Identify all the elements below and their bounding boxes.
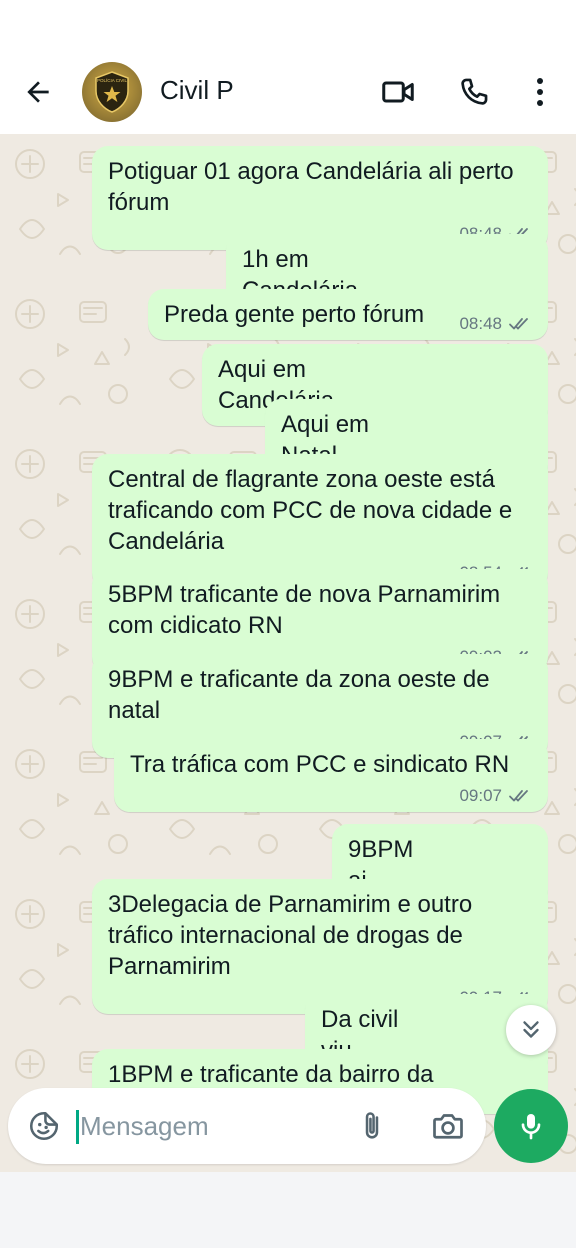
message-text: 3Delegacia de Parnamirim e outro tráfico… bbox=[108, 891, 479, 980]
video-call-button[interactable] bbox=[378, 72, 418, 112]
message-meta: 08:48 bbox=[459, 314, 534, 334]
double-check-icon bbox=[509, 790, 528, 802]
system-navigation-area bbox=[0, 1172, 576, 1248]
status-bar bbox=[0, 0, 576, 50]
avatar-label: POLÍCIA CIVIL bbox=[97, 77, 128, 83]
voice-message-button[interactable] bbox=[494, 1089, 568, 1163]
more-vert-icon bbox=[537, 78, 543, 106]
message-text: 5BPM traficante de nova Parnamirim com c… bbox=[108, 581, 507, 639]
camera-icon bbox=[433, 1114, 463, 1139]
message-text: Potiguar 01 agora Candelária ali perto f… bbox=[108, 158, 521, 216]
camera-button[interactable] bbox=[428, 1106, 468, 1146]
scroll-to-bottom-button[interactable] bbox=[506, 1005, 556, 1055]
avatar[interactable]: POLÍCIA CIVIL bbox=[82, 62, 142, 122]
message-meta: 09:07 bbox=[459, 786, 534, 806]
mic-icon bbox=[521, 1114, 541, 1140]
double-chevron-down-icon bbox=[523, 1021, 539, 1038]
more-options-button[interactable] bbox=[524, 72, 556, 112]
contact-name[interactable]: Civil P bbox=[160, 74, 234, 106]
sticker-button[interactable] bbox=[26, 1108, 62, 1144]
attach-button[interactable] bbox=[352, 1106, 392, 1146]
video-call-icon bbox=[382, 81, 414, 103]
message-input[interactable] bbox=[80, 1106, 340, 1146]
double-check-icon bbox=[509, 318, 528, 330]
composer-row bbox=[0, 1086, 576, 1168]
back-button[interactable] bbox=[20, 74, 56, 110]
sticker-icon bbox=[29, 1111, 59, 1141]
text-cursor bbox=[76, 1110, 79, 1144]
chat-area[interactable]: Potiguar 01 agora Candelária ali perto f… bbox=[0, 134, 576, 1172]
message-text: Central de flagrante zona oeste está tra… bbox=[108, 466, 519, 555]
phone-icon bbox=[461, 78, 488, 105]
message-time: 08:48 bbox=[459, 314, 502, 333]
message-text: Preda gente perto fórum bbox=[164, 301, 425, 328]
arrow-back-icon bbox=[27, 81, 49, 103]
paperclip-icon bbox=[365, 1112, 379, 1139]
message-time: 09:07 bbox=[459, 786, 502, 805]
message-text: 9BPM e traficante da zona oeste de natal bbox=[108, 666, 497, 724]
message-text: Tra tráfica com PCC e sindicato RN bbox=[130, 751, 510, 778]
chat-header: POLÍCIA CIVIL Civil P bbox=[0, 50, 576, 134]
voice-call-button[interactable] bbox=[454, 72, 494, 112]
message-bubble[interactable]: Tra tráfica com PCC e sindicato RN 09:07 bbox=[114, 739, 548, 812]
message-bubble[interactable]: Preda gente perto fórum 08:48 bbox=[148, 289, 548, 340]
message-composer[interactable] bbox=[8, 1088, 486, 1164]
police-badge-icon: POLÍCIA CIVIL bbox=[95, 71, 129, 113]
